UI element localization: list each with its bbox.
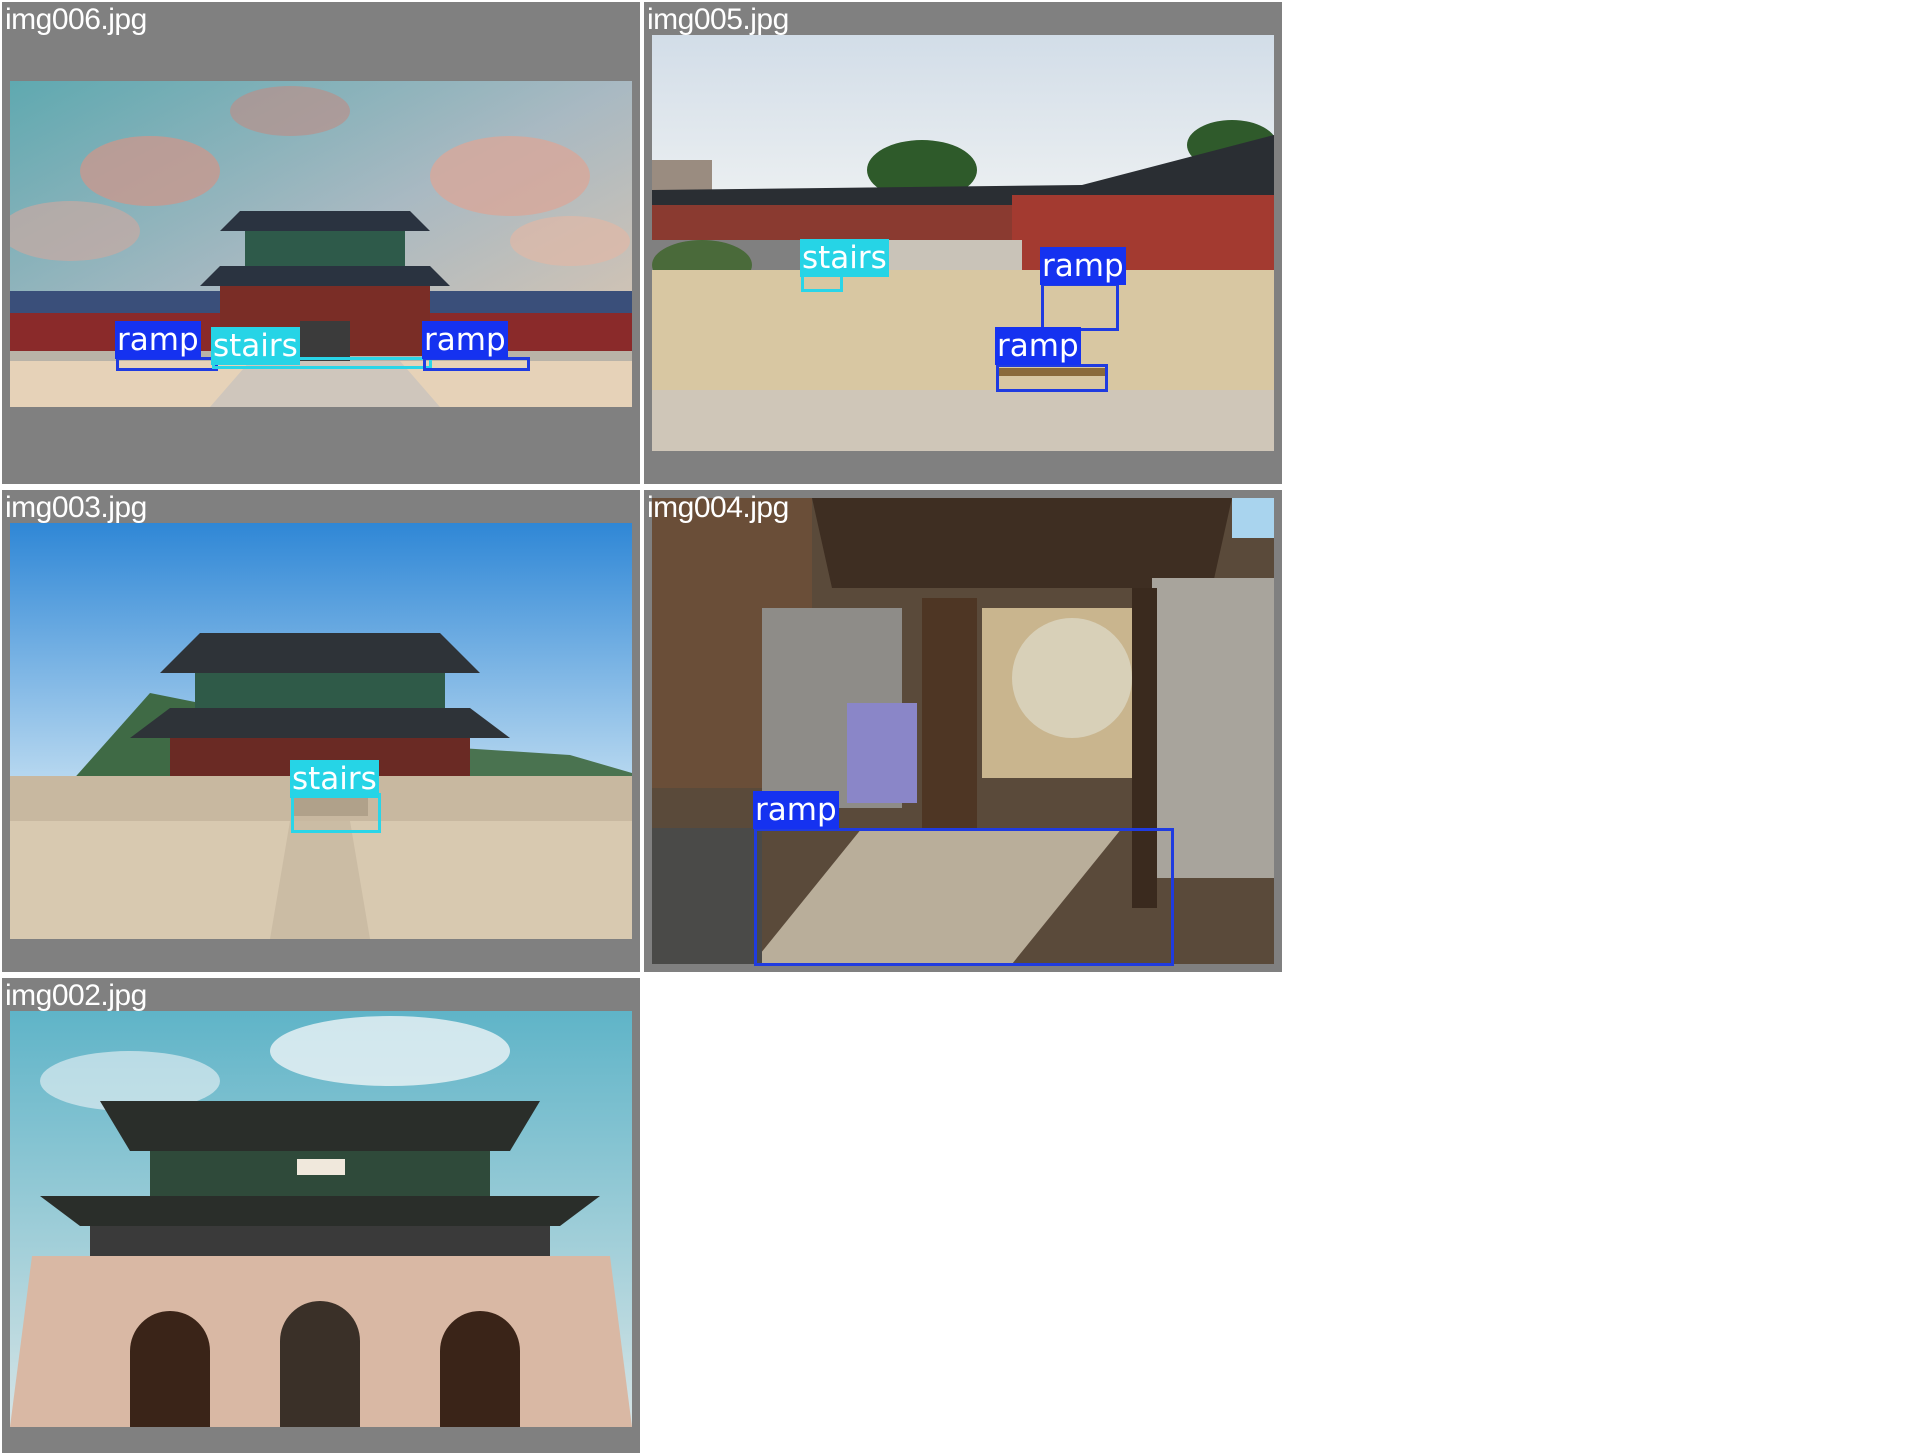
ramp-label: ramp [115, 321, 201, 359]
photo-gwanghwamun-gate [10, 1011, 632, 1427]
ramp-label: ramp [1040, 247, 1126, 285]
image-filename: img003.jpg [5, 491, 147, 524]
ramp-bounding-box [116, 357, 218, 371]
image-filename: img004.jpg [647, 491, 789, 524]
photo-throne-hall [10, 523, 632, 939]
image-filename: img006.jpg [5, 3, 147, 36]
image-filename: img002.jpg [5, 979, 147, 1012]
ramp-bounding-box [996, 364, 1108, 392]
ramp-label: ramp [422, 321, 508, 359]
stairs-label: stairs [800, 239, 889, 277]
image-tile: img003.jpg stairs [2, 490, 640, 972]
image-tile: img004.jpg ramp [644, 490, 1282, 972]
ramp-label: ramp [995, 327, 1081, 365]
ramp-bounding-box [1041, 283, 1119, 331]
ramp-bounding-box [754, 828, 1174, 966]
ramp-label: ramp [753, 791, 839, 829]
image-filename: img005.jpg [647, 3, 789, 36]
ramp-bounding-box [423, 357, 530, 371]
stairs-bounding-box [291, 793, 381, 833]
stairs-label: stairs [211, 327, 300, 365]
image-tile: img002.jpg [2, 978, 640, 1453]
stairs-label: stairs [290, 760, 379, 798]
photo-palace-courtyard [652, 35, 1274, 451]
image-tile: img005.jpg stairs ramp ramp [644, 2, 1282, 484]
image-tile: img006.jpg ramp stairs ramp [2, 2, 640, 484]
